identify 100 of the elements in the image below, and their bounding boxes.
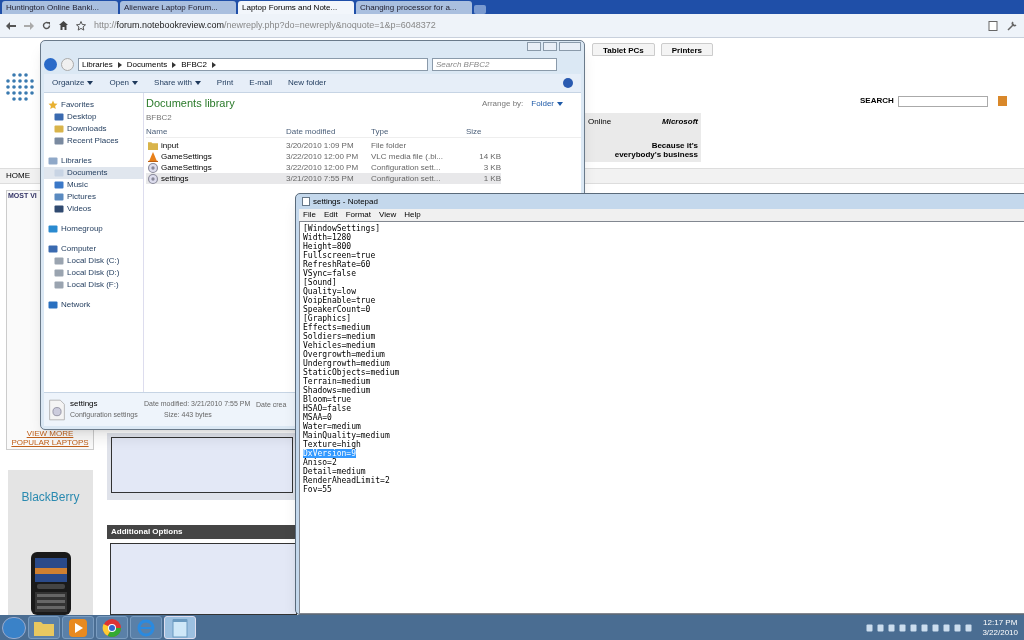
nav-item[interactable]: Documents	[44, 167, 143, 179]
file-row[interactable]: GameSettings 3/22/2010 12:00 PM Configuration sett... 3 KB	[146, 161, 501, 173]
breadcrumb-link[interactable]: HOME	[6, 170, 30, 182]
minimize-button[interactable]	[527, 42, 541, 51]
file-date: 3/22/2010 12:00 PM	[286, 150, 360, 163]
address-bar[interactable]: http://forum.notebookreview.com/newreply.php?do=newreply&noquote=1&p=6048372	[94, 18, 436, 33]
caret-icon	[194, 81, 201, 85]
breadcrumb-segment[interactable]: Documents	[126, 58, 168, 71]
library-subtitle: BFBC2	[146, 111, 173, 124]
command-button[interactable]: Share with	[154, 77, 201, 89]
search-button[interactable]	[997, 96, 1007, 106]
text-line: Height=800	[303, 242, 352, 251]
search-field[interactable]	[897, 95, 988, 107]
browser-tab[interactable]: Changing processor for a...	[356, 1, 472, 14]
clock-date[interactable]: 3/22/2010	[982, 627, 1018, 638]
file-size: 3 KB	[482, 161, 501, 174]
column-header[interactable]: Name	[146, 125, 286, 138]
wrench-icon[interactable]	[1006, 20, 1018, 31]
nav-group[interactable]: Libraries	[44, 155, 143, 167]
nav-group[interactable]: Favorites	[44, 99, 143, 111]
text-line: SpeakerCount=0	[303, 305, 371, 314]
nav-group[interactable]: Network	[44, 299, 143, 311]
column-header[interactable]: Type	[371, 125, 466, 138]
browser-tab[interactable]: Huntington Online Banki...	[2, 1, 118, 14]
nav-item[interactable]: Music	[44, 179, 143, 191]
command-button[interactable]: New folder	[287, 77, 327, 89]
text-line: Shadows=medium	[303, 386, 371, 395]
menu-item[interactable]: View	[379, 209, 397, 221]
text-line: StaticObjects=medium	[303, 368, 400, 377]
file-name: GameSettings	[161, 161, 212, 174]
file-size: 1 KB	[482, 172, 501, 185]
close-button[interactable]	[559, 42, 581, 51]
forward-icon[interactable]	[24, 21, 34, 30]
ad-brand: BlackBerry	[21, 489, 80, 506]
file-row[interactable]: input 3/20/2010 1:09 PM File folder	[146, 139, 501, 151]
nav-item[interactable]: Pictures	[44, 191, 143, 203]
text-line: Quality=low	[303, 287, 356, 296]
home-icon[interactable]	[59, 21, 68, 30]
command-button[interactable]: Open	[109, 77, 139, 89]
text-line: Fullscreen=true	[303, 251, 376, 260]
maximize-button[interactable]	[543, 42, 557, 51]
file-type: Configuration sett...	[371, 161, 442, 174]
menu-item[interactable]: Format	[345, 209, 372, 221]
play-icon	[68, 617, 88, 638]
help-icon[interactable]	[563, 78, 573, 88]
site-logo-icon	[5, 72, 35, 102]
nav-item[interactable]: Downloads	[44, 123, 143, 135]
page-menu-icon[interactable]	[988, 20, 1000, 31]
file-row[interactable]: settings 3/21/2010 7:55 PM Configuration sett... 1 KB	[146, 172, 501, 184]
text-line: Terrain=medium	[303, 377, 371, 386]
more-laptops-link[interactable]: VIEW MORE POPULAR LAPTOPS	[8, 429, 92, 447]
nav-item[interactable]: Local Disk (D:)	[44, 267, 143, 279]
menu-item[interactable]: Help	[404, 209, 421, 221]
text-line: Detail=medium	[303, 467, 366, 476]
nav-item[interactable]: Local Disk (C:)	[44, 255, 143, 267]
start-button[interactable]	[2, 616, 26, 639]
taskbar-button[interactable]	[62, 616, 94, 639]
command-button[interactable]: E-mail	[249, 77, 272, 89]
browser-logo-icon	[102, 617, 122, 638]
nav-item[interactable]: Videos	[44, 203, 143, 215]
arrange-dropdown[interactable]: Folder	[531, 98, 563, 110]
breadcrumb-segment[interactable]: Libraries	[82, 58, 113, 71]
column-header[interactable]: Date modified	[286, 125, 371, 138]
nav-tab[interactable]: Printers	[660, 43, 713, 56]
browser-tab[interactable]: Laptop Forums and Note...	[238, 1, 354, 14]
nav-item[interactable]: Desktop	[44, 111, 143, 123]
back-button[interactable]	[44, 58, 57, 71]
text-line: RenderAheadLimit=2	[303, 476, 390, 485]
file-row[interactable]: GameSettings 3/22/2010 12:00 PM VLC media file (.bi... 14 KB	[146, 150, 501, 162]
nav-item[interactable]: Recent Places	[44, 135, 143, 147]
command-button[interactable]: Organize	[52, 77, 94, 89]
breadcrumb-segment[interactable]: BFBC2	[181, 58, 207, 71]
notepad-icon	[171, 617, 189, 638]
clock-time[interactable]: 12:17 PM	[983, 617, 1018, 628]
text-area[interactable]	[111, 437, 293, 493]
menu-item[interactable]: Edit	[323, 209, 338, 221]
browser-tab[interactable]: Alienware Laptop Forum...	[120, 1, 236, 14]
text-line: Undergrowth=medium	[303, 359, 390, 368]
nav-tab[interactable]: Tablet PCs	[592, 43, 655, 56]
menu-item[interactable]: File	[303, 209, 316, 221]
search-box[interactable]: Search BFBC2	[432, 58, 557, 71]
back-icon[interactable]	[6, 21, 16, 30]
nav-group[interactable]: Homegroup	[44, 223, 143, 235]
traffic-cone-icon	[148, 151, 158, 162]
banner-brand: Microsoft	[662, 116, 698, 128]
command-button[interactable]: Print	[216, 77, 234, 89]
star-icon[interactable]	[76, 20, 86, 31]
banner-heading: Online	[588, 116, 612, 128]
text-line: Soldiers=medium	[303, 332, 376, 341]
text-line: [WindowSettings]	[303, 224, 381, 233]
taskbar-button[interactable]	[28, 616, 60, 639]
column-header[interactable]: Size	[466, 125, 506, 138]
arrange-label: Arrange by:	[481, 98, 524, 110]
taskbar-button[interactable]	[96, 616, 128, 639]
nav-group[interactable]: Computer	[44, 243, 143, 255]
nav-item[interactable]: Local Disk (F:)	[44, 279, 143, 291]
reload-icon[interactable]	[42, 21, 51, 30]
gear-icon	[148, 173, 158, 184]
text-line: Water=medium	[303, 422, 361, 431]
address-field[interactable]: Libraries Documents BFBC2	[78, 58, 428, 71]
